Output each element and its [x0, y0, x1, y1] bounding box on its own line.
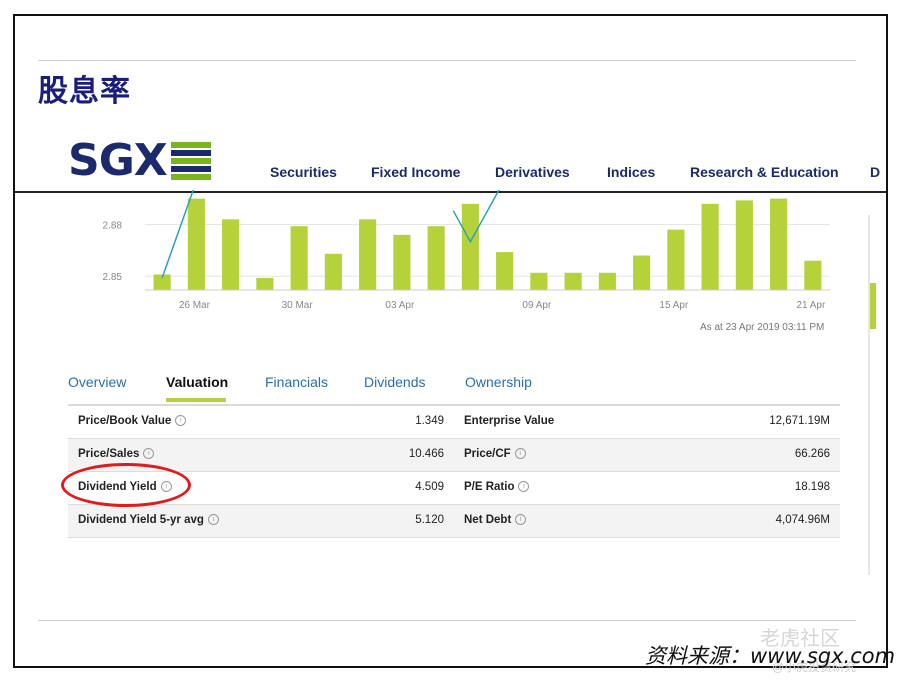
row-label-right: P/E Ratio [464, 481, 515, 493]
row-value-left: 5.120 [415, 514, 444, 526]
slide-title: 股息率 [38, 74, 131, 109]
tab-overview[interactable]: Overview [68, 374, 126, 390]
info-icon[interactable]: i [207, 514, 219, 526]
row-value-right: 18.198 [794, 481, 830, 493]
highlight-circle-annotation [61, 463, 191, 507]
info-icon[interactable]: i [514, 448, 526, 460]
x-tick-label: 09 Apr [522, 300, 552, 311]
info-icon[interactable]: i [175, 415, 187, 427]
table-row: Price/Sales i 10.466 Price/CF i 66.266 [68, 439, 840, 472]
chart-as-at-timestamp: As at 23 Apr 2019 03:11 PM [700, 322, 825, 333]
tab-ownership[interactable]: Ownership [465, 374, 532, 390]
bar [770, 198, 788, 290]
x-tick-label: 30 Mar [282, 300, 314, 311]
nav-indices[interactable]: Indices [607, 164, 655, 180]
bar [598, 272, 616, 290]
bar [564, 272, 582, 290]
row-label-left: Price/Book Value [78, 415, 172, 427]
row-label-right: Enterprise Value [464, 415, 555, 427]
tab-dividends[interactable]: Dividends [364, 374, 425, 390]
scrollbar-track[interactable] [868, 215, 870, 575]
slide-frame [13, 14, 888, 668]
bar [633, 255, 651, 290]
y-tick-label: 2.85 [103, 272, 123, 283]
row-label-right: Price/CF [464, 448, 511, 460]
x-tick-label: 15 Apr [659, 300, 689, 311]
row-value-right: 66.266 [794, 448, 830, 460]
nav-derivatives[interactable]: Derivatives [495, 164, 570, 180]
price-chart-svg: 2.88 2.85 26 Mar 30 Mar 03 Apr 09 Apr 15 Apr 21… [103, 190, 830, 311]
row-value-left: 4.509 [415, 481, 444, 493]
row-value-right: 4,074.96M [775, 514, 830, 526]
valuation-table: Price/Book Value i 1.349 Enterprise Value… [68, 404, 840, 538]
bar [427, 226, 445, 290]
bar [393, 234, 411, 290]
bar [530, 272, 548, 290]
y-tick-label: 2.88 [103, 220, 123, 231]
bar [461, 203, 479, 290]
price-chart: 2.88 2.85 26 Mar 30 Mar 03 Apr 09 Apr 15 Apr 21… [90, 190, 850, 340]
tab-valuation[interactable]: Valuation [166, 374, 228, 390]
bar [735, 200, 753, 290]
source-caption: 资料来源：www.sgx.com [645, 644, 896, 668]
x-tick-label: 21 Apr [796, 300, 826, 311]
row-label-left: Price/Sales [78, 448, 140, 460]
bar [290, 226, 308, 290]
bar [359, 219, 377, 290]
slide-divider-top [38, 60, 856, 61]
bar [804, 260, 822, 290]
row-value-left: 1.349 [415, 415, 444, 427]
info-icon[interactable]: i [143, 448, 155, 460]
info-icon[interactable]: i [515, 514, 527, 526]
nav-research-education[interactable]: Research & Education [690, 164, 839, 180]
bar [496, 252, 514, 290]
row-label-right: Net Debt [464, 514, 512, 526]
bar [256, 277, 274, 290]
bar [701, 203, 719, 290]
info-icon[interactable]: i [518, 481, 530, 493]
bar [667, 229, 685, 290]
table-row: Dividend Yield 5-yr avg i 5.120 Net Debt i… [68, 505, 840, 538]
scrollbar-thumb[interactable] [870, 283, 876, 329]
x-tick-label: 03 Apr [385, 300, 415, 311]
x-tick-label: 26 Mar [179, 300, 211, 311]
row-label-left: Dividend Yield 5-yr avg [78, 514, 204, 526]
table-row: Price/Book Value i 1.349 Enterprise Value… [68, 406, 840, 439]
nav-truncated-item[interactable]: D [870, 164, 880, 180]
row-value-right: 12,671.19M [769, 415, 830, 427]
tab-financials[interactable]: Financials [265, 374, 328, 390]
active-tab-indicator [166, 398, 226, 402]
bar [187, 198, 205, 290]
sgx-logo-text: SGX [68, 135, 168, 186]
slide-divider-bottom [38, 620, 856, 621]
nav-fixed-income[interactable]: Fixed Income [371, 164, 460, 180]
bar [222, 219, 240, 290]
nav-securities[interactable]: Securities [270, 164, 337, 180]
stock-tabs: Overview Valuation Financials Dividends … [68, 374, 840, 404]
row-value-left: 10.466 [408, 448, 444, 460]
bar [324, 253, 342, 290]
sgx-logo-mark-icon [171, 142, 211, 180]
